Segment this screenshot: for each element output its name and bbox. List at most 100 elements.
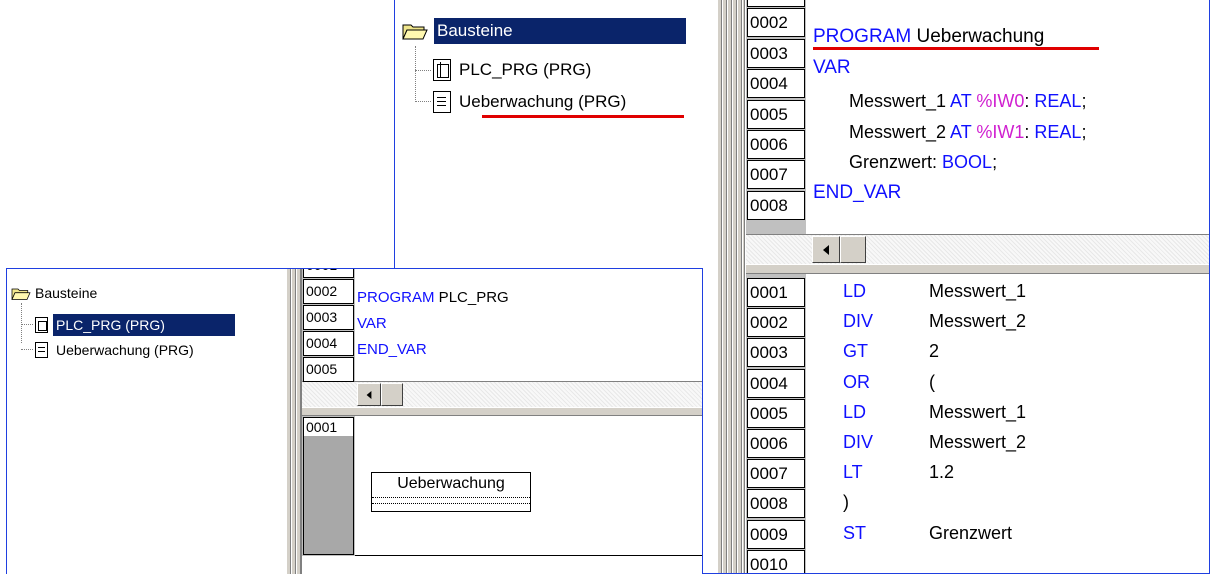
- tree-connector: [21, 349, 33, 350]
- il-operator: OR: [843, 371, 870, 392]
- il-operand: (: [929, 371, 935, 392]
- il-operator: LT: [843, 462, 863, 483]
- line-number: 0007: [747, 459, 805, 489]
- decl-line-4[interactable]: Messwert_1 AT %IW0: REAL;: [849, 91, 1086, 112]
- line-number: 0006: [747, 130, 805, 159]
- line-number: 0010: [747, 549, 805, 573]
- line-number: 0002: [747, 8, 805, 38]
- small-pane-separator[interactable]: [302, 407, 702, 416]
- small-decl-line-2[interactable]: PROGRAM PLC_PRG: [357, 289, 509, 306]
- il-operator: LD: [843, 281, 867, 301]
- il-instruction-row[interactable]: ST Grenzwert: [843, 523, 1203, 544]
- arrow-left-icon: [366, 390, 372, 399]
- il-instruction-row[interactable]: ): [843, 492, 1203, 513]
- scroll-thumb[interactable]: [381, 383, 403, 406]
- tree-item-plc-prg[interactable]: PLC_PRG (PRG): [35, 314, 235, 336]
- il-operator: DIV: [843, 432, 874, 452]
- line-number: 0002: [303, 279, 354, 304]
- small-splitter[interactable]: [286, 269, 302, 574]
- il-instruction-row[interactable]: DIV Messwert_2: [843, 432, 1203, 453]
- underline-program-ueberwachung: [813, 47, 1099, 50]
- il-operator: LD: [843, 401, 867, 422]
- line-number: 0003: [747, 338, 805, 368]
- line-number: 0004: [747, 368, 805, 398]
- decl-line-5[interactable]: Messwert_2 AT %IW1: REAL;: [849, 122, 1086, 143]
- tree-root-label: Bausteine: [35, 285, 98, 301]
- pou-program-icon: [35, 317, 48, 333]
- scroll-thumb[interactable]: [840, 236, 866, 263]
- tree-item-label: Ueberwachung (PRG): [56, 342, 194, 358]
- line-number: 0001: [303, 417, 354, 555]
- line-number: 0003: [303, 305, 354, 330]
- decl-line-7[interactable]: END_VAR: [813, 182, 901, 204]
- function-block-title: Ueberwachung: [397, 475, 505, 492]
- function-block-ueberwachung[interactable]: Ueberwachung: [371, 472, 531, 512]
- small-decl-hscrollbar[interactable]: [302, 381, 702, 407]
- il-instruction-row[interactable]: LD Messwert_1: [843, 281, 1203, 302]
- line-number: 0005: [747, 99, 805, 129]
- line-number: 0003: [747, 38, 805, 68]
- tree-connector: [21, 303, 22, 343]
- tree-item-ueberwachung[interactable]: Ueberwachung (PRG): [433, 88, 626, 116]
- scroll-left-button[interactable]: [357, 383, 381, 406]
- folder-open-icon: [11, 286, 31, 301]
- tree-connector: [415, 70, 431, 71]
- line-number: 0001: [303, 269, 354, 278]
- big-decl-hscrollbar[interactable]: [746, 234, 1209, 264]
- decl-line-3[interactable]: VAR: [813, 57, 851, 79]
- line-number: 0008: [747, 489, 805, 519]
- line-number: 0001: [747, 278, 805, 307]
- decl-line-2[interactable]: PROGRAM Ueberwachung: [813, 26, 1044, 48]
- small-decl-line-4[interactable]: END_VAR: [357, 341, 427, 358]
- big-splitter[interactable]: [717, 0, 745, 573]
- il-operand: Messwert_2: [929, 311, 1027, 332]
- tree-item-label: PLC_PRG (PRG): [459, 60, 592, 79]
- tree-connector: [415, 101, 431, 102]
- tree-root-label: Bausteine: [434, 18, 686, 44]
- il-operand: 2: [929, 341, 940, 362]
- tree-item-label: Ueberwachung (PRG): [459, 92, 627, 111]
- il-operator: DIV: [843, 311, 874, 332]
- line-number: 0004: [303, 331, 354, 356]
- il-operand: Messwert_2: [929, 432, 1027, 452]
- il-operand: 1.2: [929, 462, 955, 483]
- pou-document-icon: [433, 91, 451, 113]
- line-number: 0006: [747, 429, 805, 458]
- il-operand: Grenzwert: [929, 522, 1013, 543]
- il-instruction-row[interactable]: OR (: [843, 372, 1203, 393]
- il-instruction-row[interactable]: LD Messwert_1: [843, 402, 1203, 423]
- line-number: 0004: [747, 69, 805, 99]
- tree-root-bausteine[interactable]: Bausteine: [402, 17, 686, 45]
- il-operator: ): [843, 492, 849, 513]
- big-pane-separator[interactable]: [746, 264, 1209, 274]
- tree-item-label: PLC_PRG (PRG): [53, 314, 235, 336]
- pou-document-icon: [35, 342, 48, 358]
- small-object-tree: Bausteine PLC_PRG (PRG) Ueberwachung (PR…: [7, 269, 285, 574]
- il-operand: Messwert_1: [929, 401, 1027, 422]
- line-number: 0009: [747, 519, 805, 549]
- underline-ueberwachung-tree: [482, 115, 684, 118]
- line-number: 0005: [747, 398, 805, 428]
- line-number: 0001: [747, 0, 805, 7]
- tree-item-plc-prg[interactable]: PLC_PRG (PRG): [433, 56, 591, 84]
- line-number: 0008: [747, 190, 805, 220]
- function-block-divider: [372, 497, 530, 498]
- il-instruction-row[interactable]: LT 1.2: [843, 462, 1203, 483]
- il-instruction-row[interactable]: GT 2: [843, 341, 1203, 362]
- small-window: Bausteine PLC_PRG (PRG) Ueberwachung (PR…: [6, 268, 703, 574]
- scroll-left-button[interactable]: [812, 236, 840, 263]
- pou-program-icon: [433, 59, 451, 81]
- function-block-divider: [372, 503, 530, 504]
- line-number: 0002: [747, 308, 805, 338]
- tree-root-bausteine[interactable]: Bausteine: [11, 284, 97, 302]
- line-number: 0007: [747, 160, 805, 190]
- il-operator: GT: [843, 341, 868, 362]
- il-operator: ST: [843, 522, 867, 543]
- line-number: 0005: [303, 357, 354, 382]
- tree-item-ueberwachung[interactable]: Ueberwachung (PRG): [35, 340, 194, 360]
- small-decl-line-3[interactable]: VAR: [357, 315, 387, 332]
- tree-connector: [21, 324, 33, 325]
- il-instruction-row[interactable]: DIV Messwert_2: [843, 311, 1203, 332]
- decl-line-6[interactable]: Grenzwert: BOOL;: [849, 152, 997, 173]
- il-operand: Messwert_1: [929, 281, 1027, 301]
